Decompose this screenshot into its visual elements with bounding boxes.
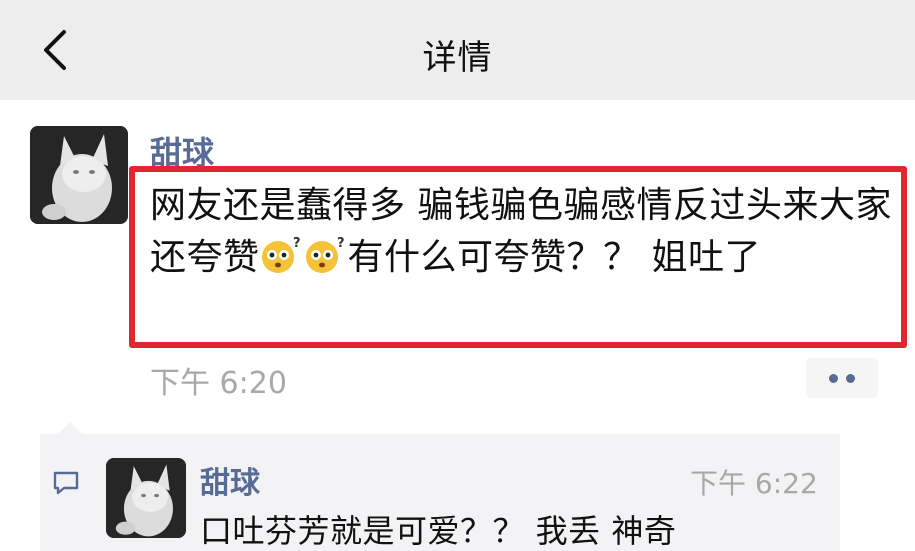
svg-text:?: ? <box>293 236 301 251</box>
post-author-avatar[interactable] <box>30 126 128 224</box>
confused-face-emoji-icon: ? <box>260 235 304 275</box>
confused-face-emoji-icon: ? <box>304 235 348 275</box>
comment-text[interactable]: 口吐芬芳就是可爱？？ 我丢 神奇 <box>200 506 676 551</box>
comment-bubble-icon <box>53 471 79 495</box>
white-cat-avatar <box>30 126 128 224</box>
more-actions-button[interactable] <box>806 358 878 398</box>
post-content: 网友还是蠢得多 骗钱骗色骗感情反过头来大家还夸赞 ? ? 有什么可夸赞？？ 姐吐… <box>150 180 895 284</box>
comment-author-name[interactable]: 甜球 <box>200 458 260 502</box>
post-text-part-2: 有什么可夸赞？？ 姐吐了 <box>347 237 761 278</box>
white-cat-avatar <box>106 458 186 538</box>
comment-timestamp: 下午 6:22 <box>690 467 818 500</box>
more-dots-icon <box>846 373 855 383</box>
comment-author-avatar[interactable] <box>106 458 186 538</box>
navigation-bar: 详情 <box>0 0 915 100</box>
page-title: 详情 <box>422 38 493 78</box>
comment-area-pointer <box>58 422 82 434</box>
svg-text:?: ? <box>337 236 345 251</box>
more-dots-icon <box>829 373 838 383</box>
post-timestamp: 下午 6:20 <box>150 366 287 401</box>
